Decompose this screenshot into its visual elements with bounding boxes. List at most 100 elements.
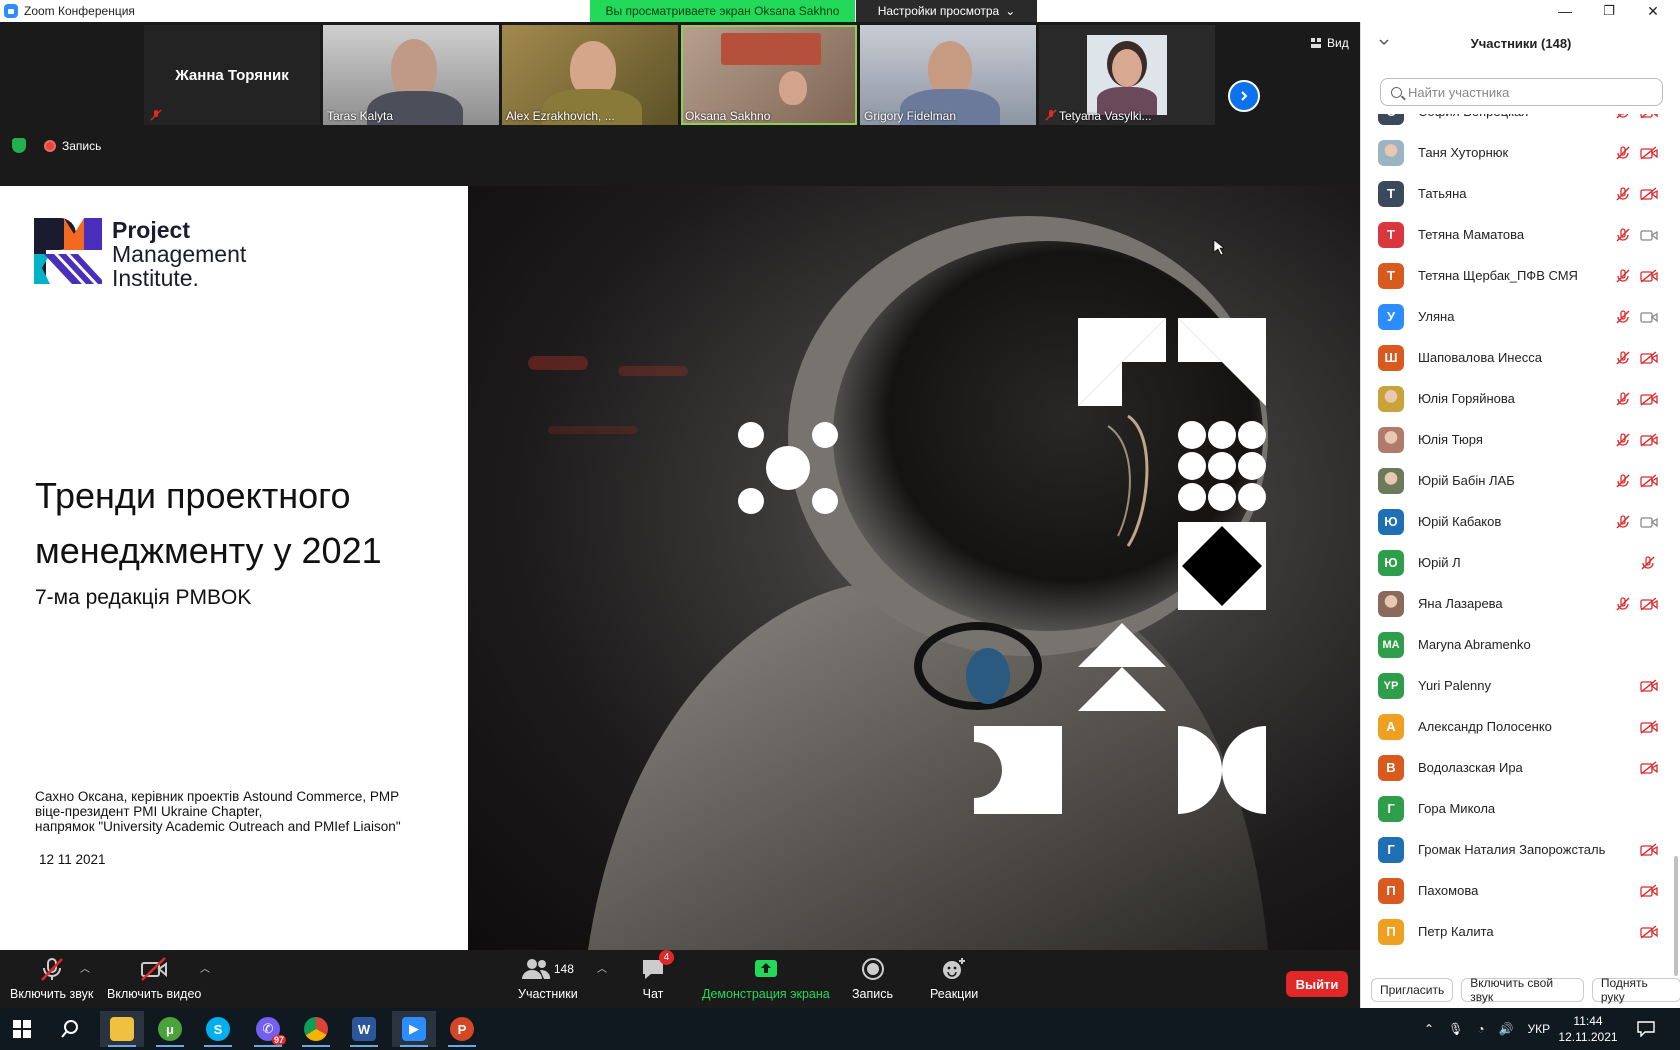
- mic-muted-icon: [1640, 555, 1656, 571]
- maximize-button[interactable]: ❐: [1586, 0, 1632, 22]
- participant-avatar: А: [1378, 713, 1404, 740]
- video-tile[interactable]: Alex Ezrakhovich, ...: [502, 25, 678, 125]
- minimize-button[interactable]: —: [1542, 0, 1588, 22]
- reactions-button[interactable]: Реакции: [930, 954, 978, 1001]
- search-button[interactable]: [48, 1011, 92, 1047]
- viber-badge: 97: [271, 1035, 286, 1045]
- reactions-label: Реакции: [930, 987, 979, 1001]
- slide-text-panel: Project Management Institute. Тренди про…: [0, 186, 468, 950]
- zoom-taskbar[interactable]: ▶: [392, 1011, 436, 1047]
- participant-row[interactable]: Г Громак Наталия Запорожсталь: [1361, 829, 1680, 870]
- participant-name: Татьяна: [1418, 186, 1467, 201]
- chrome-taskbar[interactable]: [294, 1011, 338, 1047]
- volume-icon[interactable]: 🔊: [1499, 1022, 1514, 1036]
- participant-row[interactable]: Юрій Бабін ЛАБ: [1361, 460, 1680, 501]
- chevron-right-icon: [1241, 91, 1248, 101]
- raise-hand-button[interactable]: Поднять руку: [1591, 976, 1680, 1004]
- folder-icon: [110, 1017, 134, 1041]
- participants-label: Участники: [518, 987, 578, 1001]
- participant-row[interactable]: П Пахомова: [1361, 870, 1680, 911]
- participant-row[interactable]: Юлія Тюря: [1361, 419, 1680, 460]
- slide-subtitle: 7-ма редакція PMBOK: [35, 586, 252, 609]
- chevron-down-icon: ⌄: [1005, 4, 1016, 18]
- show-hidden-icons-icon[interactable]: ⌃: [1424, 1022, 1434, 1036]
- participant-row[interactable]: П Петр Калита: [1361, 911, 1680, 952]
- participant-row[interactable]: Т Тетяна Щербак_ПФВ СМЯ: [1361, 255, 1680, 296]
- participant-name: Жанна Торяник: [175, 66, 289, 84]
- invite-button[interactable]: Пригласить: [1371, 978, 1454, 1002]
- participant-row[interactable]: Ю Юрій Кабаков: [1361, 501, 1680, 542]
- pmi-logo: Project Management Institute.: [34, 218, 246, 290]
- mic-muted-icon: [1615, 514, 1631, 530]
- participant-row[interactable]: Г Гора Микола: [1361, 788, 1680, 829]
- start-button[interactable]: [0, 1011, 44, 1047]
- participant-avatar: Ш: [1378, 344, 1404, 371]
- participant-list-scrollbar[interactable]: [1674, 856, 1678, 976]
- participants-options-caret[interactable]: ︿: [597, 960, 607, 975]
- video-tile-active-speaker[interactable]: Oksana Sakhno: [681, 25, 857, 125]
- microphone-icon[interactable]: 🎙: [1448, 1022, 1463, 1036]
- unmute-me-button[interactable]: Включить свой звук: [1461, 976, 1584, 1004]
- participant-row[interactable]: Юлія Горяйнова: [1361, 378, 1680, 419]
- view-settings-button[interactable]: Настройки просмотра ⌄: [856, 0, 1037, 22]
- participant-row[interactable]: А Александр Полосенко: [1361, 706, 1680, 747]
- video-off-icon: [141, 957, 168, 981]
- participant-name: Юрій Л: [1418, 555, 1461, 570]
- participant-name: Яна Лазарева: [1418, 596, 1503, 611]
- participant-avatar: Ю: [1378, 508, 1404, 535]
- close-button[interactable]: ✕: [1630, 0, 1676, 22]
- skype-taskbar[interactable]: S: [196, 1011, 240, 1047]
- participant-name: Grigory Fidelman: [864, 109, 957, 123]
- video-tile[interactable]: Grigory Fidelman: [860, 25, 1036, 125]
- utorrent-taskbar[interactable]: μ: [148, 1011, 192, 1047]
- participant-row[interactable]: В Водолазская Ира: [1361, 747, 1680, 788]
- shield-icon[interactable]: [12, 138, 26, 153]
- share-screen-button[interactable]: Демонстрация экрана: [702, 954, 830, 1001]
- leave-meeting-button[interactable]: Выйти: [1286, 971, 1348, 997]
- participant-row[interactable]: С София Вепрецкая: [1361, 114, 1680, 132]
- file-explorer-taskbar[interactable]: [100, 1011, 144, 1047]
- video-options-caret[interactable]: ︿: [200, 960, 210, 975]
- participant-row[interactable]: YP Yuri Palenny: [1361, 665, 1680, 706]
- next-page-button[interactable]: [1228, 80, 1260, 112]
- participant-row[interactable]: Таня Хуторнюк: [1361, 132, 1680, 173]
- participant-row[interactable]: Т Татьяна: [1361, 173, 1680, 214]
- panel-title: Участники (148): [1470, 36, 1572, 51]
- keyboard-language[interactable]: УКР: [1528, 1022, 1551, 1036]
- participant-name: Громак Наталия Запорожсталь: [1418, 842, 1606, 857]
- view-label: Вид: [1327, 36, 1349, 50]
- wifi-icon[interactable]: ◔: [1477, 1022, 1484, 1036]
- participant-name: Юрій Бабін ЛАБ: [1418, 473, 1515, 488]
- notifications-button[interactable]: [1624, 1011, 1668, 1047]
- video-tile[interactable]: Tetyana Vasylki...: [1039, 25, 1215, 125]
- word-taskbar[interactable]: W: [342, 1011, 386, 1047]
- participant-row[interactable]: Ш Шаповалова Инесса: [1361, 337, 1680, 378]
- record-button[interactable]: Запись: [852, 954, 893, 1001]
- video-tile[interactable]: Taras Kalyta: [323, 25, 499, 125]
- audio-options-caret[interactable]: ︿: [80, 960, 90, 975]
- participant-avatar-photo: [1087, 35, 1167, 115]
- participants-button[interactable]: 148 Участники: [518, 954, 578, 1001]
- recording-indicator[interactable]: Запись: [44, 139, 101, 153]
- participant-avatar-photo: [1378, 426, 1404, 453]
- participant-row[interactable]: Ю Юрій Л: [1361, 542, 1680, 583]
- participant-search-input[interactable]: Найти участника: [1380, 78, 1663, 106]
- taskbar-clock[interactable]: 11:44 12.11.2021: [1558, 1013, 1618, 1045]
- participant-row[interactable]: У Уляна: [1361, 296, 1680, 337]
- start-video-button[interactable]: Включить видео: [107, 954, 201, 1001]
- zoom-app-icon: [4, 4, 18, 18]
- participant-row[interactable]: Т Тетяна Маматова: [1361, 214, 1680, 255]
- video-tile[interactable]: Жанна Торяник: [144, 25, 320, 125]
- participant-row[interactable]: Яна Лазарева: [1361, 583, 1680, 624]
- view-button[interactable]: Вид: [1310, 36, 1349, 50]
- restore-icon: ❐: [1603, 3, 1615, 18]
- video-off-icon: [1640, 473, 1658, 488]
- viber-taskbar[interactable]: ✆ 97: [246, 1011, 290, 1047]
- shared-screen: Project Management Institute. Тренди про…: [0, 186, 1360, 950]
- participants-count: 148: [553, 962, 574, 976]
- powerpoint-taskbar[interactable]: P: [440, 1011, 484, 1047]
- participant-avatar: В: [1378, 754, 1404, 781]
- participant-row[interactable]: MA Maryna Abramenko: [1361, 624, 1680, 665]
- chat-button[interactable]: 4 Чат: [640, 950, 674, 1001]
- participant-name: Taras Kalyta: [327, 109, 394, 123]
